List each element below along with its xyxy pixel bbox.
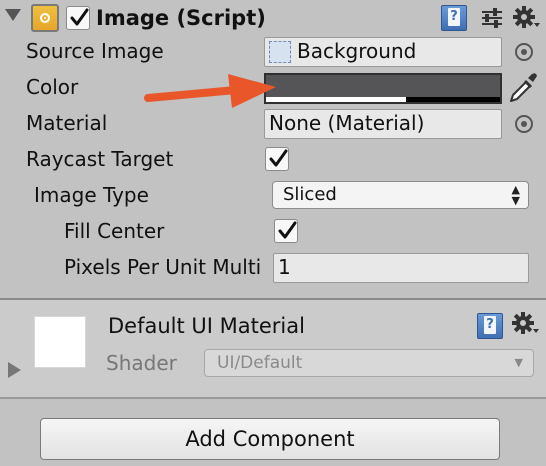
material-preview xyxy=(34,316,86,368)
alpha-bar-filled xyxy=(266,97,407,102)
fold-right-icon[interactable] xyxy=(8,362,21,378)
shader-label: Shader xyxy=(106,351,177,375)
component-enabled-checkbox[interactable] xyxy=(66,6,90,30)
checkmark-icon xyxy=(278,221,297,239)
annotation-arrow-icon xyxy=(144,74,276,108)
material-label: Material xyxy=(26,111,108,135)
material-field[interactable]: None (Material) xyxy=(264,109,502,139)
add-component-button[interactable]: Add Component xyxy=(40,418,500,460)
color-label: Color xyxy=(26,75,79,99)
dropdown-arrows-icon: ▲ ▼ xyxy=(511,183,520,207)
source-image-field[interactable]: Background xyxy=(264,37,502,67)
gear-icon[interactable] xyxy=(512,311,540,337)
help-book-icon[interactable] xyxy=(477,313,503,339)
help-book-icon[interactable] xyxy=(441,5,467,31)
pixels-per-unit-label: Pixels Per Unit Multi xyxy=(64,255,262,279)
image-type-label: Image Type xyxy=(34,183,149,207)
presets-sliders-icon[interactable] xyxy=(480,6,504,30)
raycast-target-label: Raycast Target xyxy=(26,147,174,171)
sprite-icon xyxy=(269,41,291,63)
object-picker-icon[interactable] xyxy=(515,115,533,133)
object-picker-icon[interactable] xyxy=(515,43,533,61)
fold-down-icon[interactable] xyxy=(5,9,21,21)
eyedropper-icon[interactable] xyxy=(508,72,538,104)
shader-value: UI/Default xyxy=(217,353,303,373)
source-image-label: Source Image xyxy=(26,39,164,63)
chevron-down-icon: ▼ xyxy=(514,356,523,369)
fill-center-label: Fill Center xyxy=(64,219,165,243)
section-divider xyxy=(0,397,546,399)
fill-center-checkbox[interactable] xyxy=(274,219,298,243)
image-type-value: Sliced xyxy=(283,184,337,205)
color-swatch[interactable] xyxy=(264,73,502,104)
raycast-target-checkbox[interactable] xyxy=(265,147,289,171)
component-title: Image (Script) xyxy=(96,6,266,30)
material-value: None (Material) xyxy=(269,111,425,135)
shader-dropdown: UI/Default ▼ xyxy=(204,349,534,377)
alpha-bar-empty xyxy=(406,97,500,102)
source-image-value: Background xyxy=(297,39,417,63)
image-component-icon xyxy=(31,4,59,32)
checkmark-icon xyxy=(70,8,89,26)
gear-icon[interactable] xyxy=(513,5,541,31)
checkmark-icon xyxy=(269,149,288,167)
image-type-dropdown[interactable]: Sliced ▲ ▼ xyxy=(272,181,529,209)
material-title: Default UI Material xyxy=(108,314,305,338)
pixels-per-unit-value: 1 xyxy=(278,255,291,279)
pixels-per-unit-field[interactable]: 1 xyxy=(273,253,529,283)
